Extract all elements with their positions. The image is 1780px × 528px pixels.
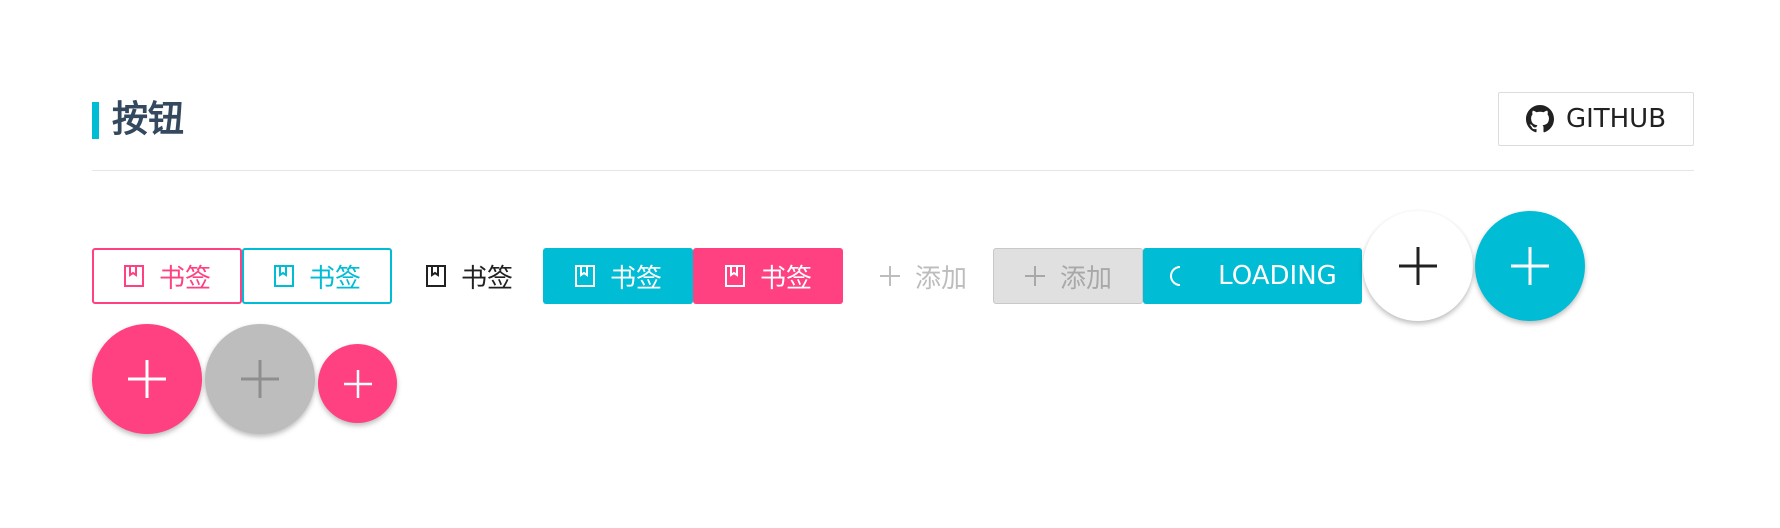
loading-button[interactable]: LOADING: [1143, 248, 1362, 304]
bookmark-icon: [123, 264, 145, 288]
page-title: 按钮: [112, 99, 185, 140]
bookmark-button-label: 书签: [759, 263, 812, 294]
add-button-label: 添加: [914, 263, 967, 294]
bookmark-button-label: 书签: [308, 263, 361, 294]
bookmark-button-label: 书签: [158, 263, 211, 294]
github-button[interactable]: GITHUB: [1498, 92, 1694, 146]
fab-disabled: [205, 324, 315, 434]
plus-icon: [343, 369, 372, 398]
section-header: 按钮 GITHUB: [92, 92, 1694, 171]
bookmark-button-label: 书签: [609, 263, 662, 294]
add-button-flat-disabled: 添加: [853, 248, 993, 304]
bookmark-icon: [574, 264, 596, 288]
plus-icon: [1024, 265, 1046, 287]
plus-icon: [1511, 247, 1549, 285]
bookmark-button-solid-pink[interactable]: 书签: [693, 248, 843, 304]
github-icon: [1525, 105, 1554, 133]
github-label: GITHUB: [1565, 104, 1667, 134]
fab-mini-pink[interactable]: [318, 344, 397, 423]
plus-icon: [241, 360, 279, 398]
bookmark-icon: [724, 264, 746, 288]
loading-button-label: LOADING: [1218, 261, 1337, 291]
bookmark-button-flat[interactable]: 书签: [398, 248, 540, 304]
bookmark-icon: [425, 264, 447, 288]
add-button-raised-disabled: 添加: [993, 248, 1143, 304]
title-accent-bar: [92, 102, 99, 139]
add-button-label: 添加: [1059, 263, 1112, 294]
bookmark-button-outline-pink[interactable]: 书签: [92, 248, 242, 304]
bookmark-icon: [273, 264, 295, 288]
fab-cyan[interactable]: [1475, 211, 1585, 321]
page: 按钮 GITHUB 书签 书签 书签 书签 书签 添加 添加 LOADING: [0, 0, 1780, 528]
bookmark-button-label: 书签: [460, 263, 513, 294]
fab-white[interactable]: [1363, 211, 1473, 321]
plus-icon: [879, 265, 901, 287]
bookmark-button-solid-cyan[interactable]: 书签: [543, 248, 693, 304]
fab-pink[interactable]: [92, 324, 202, 434]
plus-icon: [1399, 247, 1437, 285]
spinner-icon: [1168, 264, 1188, 288]
plus-icon: [128, 360, 166, 398]
bookmark-button-outline-cyan[interactable]: 书签: [242, 248, 392, 304]
